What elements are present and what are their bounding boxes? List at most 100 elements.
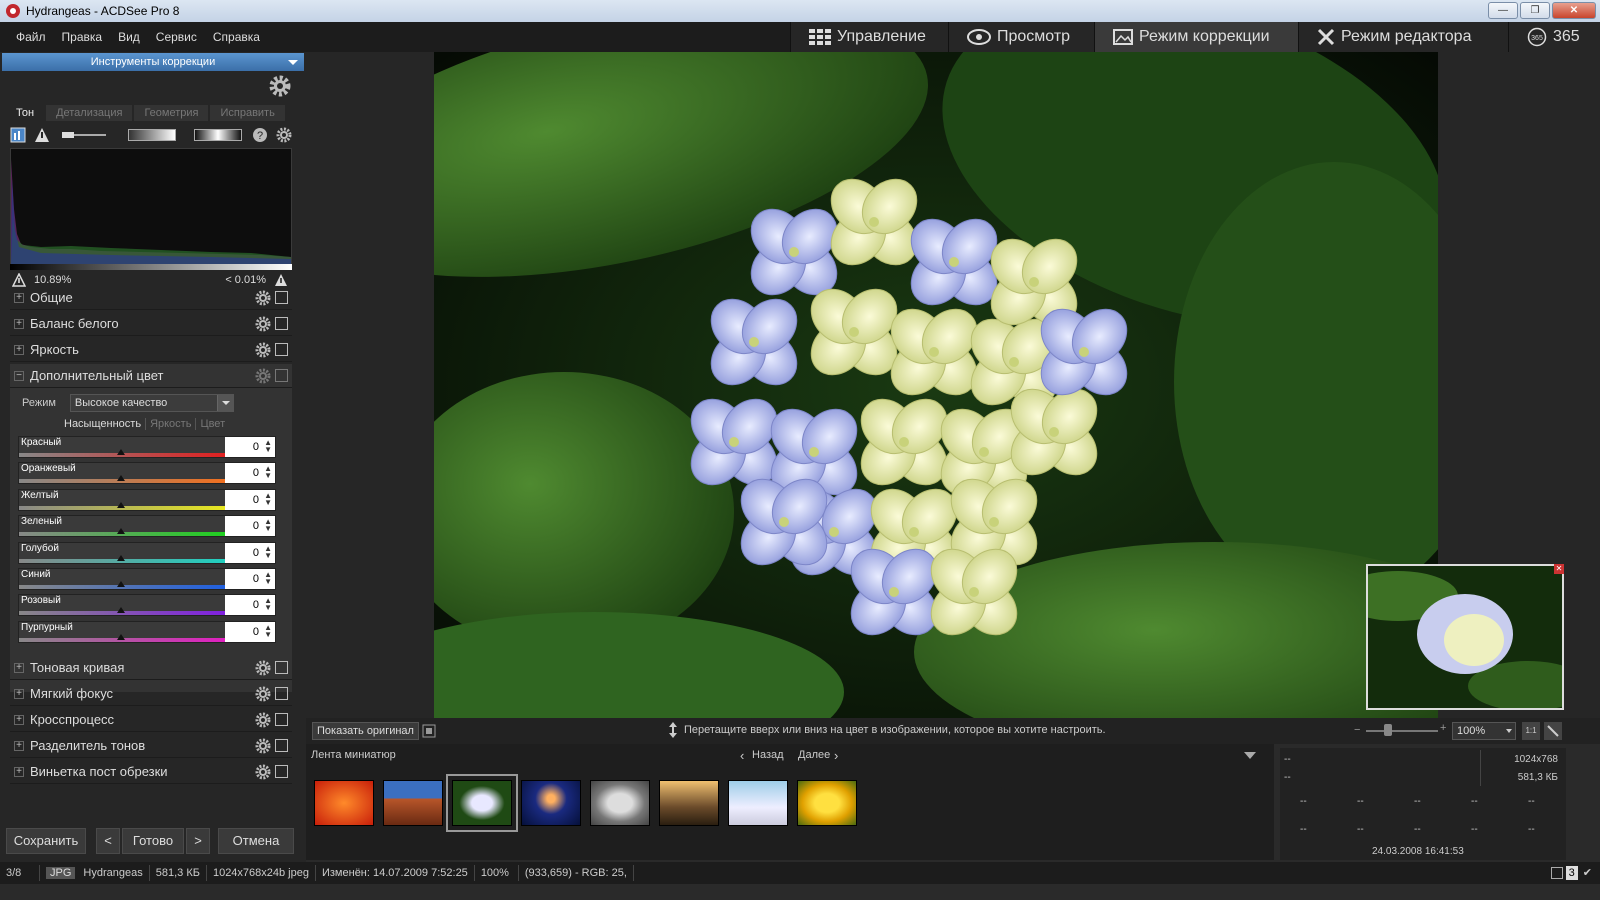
highlight-clip-icon[interactable] bbox=[274, 273, 288, 287]
collapse-icon[interactable]: − bbox=[14, 370, 24, 381]
expand-icon[interactable]: + bbox=[14, 740, 24, 751]
panel-header[interactable]: Инструменты коррекции bbox=[2, 53, 304, 71]
gradient-swatch-2[interactable] bbox=[194, 129, 242, 141]
settings-gear-icon[interactable] bbox=[276, 127, 292, 143]
expand-icon[interactable]: + bbox=[14, 766, 24, 777]
tab-detail[interactable]: Детализация bbox=[46, 105, 133, 121]
slider-value[interactable]: 0 ▲ ▼ bbox=[225, 621, 275, 642]
section-post-crop-vignette[interactable]: + Виньетка пост обрезки bbox=[10, 760, 292, 784]
mode-edit-tab[interactable]: Режим редактора bbox=[1298, 22, 1508, 52]
chevron-right-icon[interactable]: › bbox=[834, 748, 838, 763]
mode-manage-tab[interactable]: Управление bbox=[790, 22, 948, 52]
subtab-brightness[interactable]: Яркость bbox=[146, 418, 197, 430]
tab-geometry[interactable]: Геометрия bbox=[134, 105, 209, 121]
section-brightness[interactable]: + Яркость bbox=[10, 338, 292, 362]
shadow-clip-icon[interactable] bbox=[12, 273, 26, 287]
mode-365-tab[interactable]: 365 365 bbox=[1508, 22, 1600, 52]
spinner-icon[interactable]: ▲ ▼ bbox=[264, 491, 272, 506]
slider-thumb[interactable] bbox=[117, 449, 125, 455]
thumbnail-hydrangeas[interactable] bbox=[446, 774, 518, 832]
slider-value[interactable]: 0 ▲ ▼ bbox=[225, 463, 275, 484]
slider-5[interactable]: Синий 0 ▲ ▼ bbox=[18, 568, 276, 590]
menu-file[interactable]: Файл bbox=[8, 30, 54, 44]
spinner-icon[interactable]: ▲ ▼ bbox=[264, 439, 272, 454]
expand-icon[interactable]: + bbox=[14, 292, 24, 303]
slider-value[interactable]: 0 ▲ ▼ bbox=[225, 516, 275, 537]
gear-icon[interactable] bbox=[255, 738, 271, 754]
slider-thumb[interactable] bbox=[117, 475, 125, 482]
spinner-icon[interactable]: ▲ ▼ bbox=[264, 623, 272, 638]
enable-checkbox[interactable] bbox=[275, 713, 288, 726]
slider-thumb[interactable] bbox=[117, 581, 125, 587]
next-button[interactable]: Далее bbox=[798, 749, 830, 761]
zoom-slider[interactable] bbox=[1366, 730, 1438, 732]
zoom-slider-handle[interactable] bbox=[1384, 724, 1392, 736]
fullscreen-icon[interactable] bbox=[422, 724, 436, 738]
enable-checkbox[interactable] bbox=[275, 765, 288, 778]
slider-value[interactable]: 0 ▲ ▼ bbox=[225, 542, 275, 563]
done-button[interactable]: Готово bbox=[122, 828, 184, 854]
image-viewer[interactable]: ✕ bbox=[306, 52, 1600, 718]
fit-screen-icon[interactable] bbox=[1544, 722, 1562, 740]
slider-value[interactable]: 0 ▲ ▼ bbox=[225, 489, 275, 510]
clipping-warning-icon[interactable] bbox=[34, 127, 50, 143]
spinner-icon[interactable]: ▲ ▼ bbox=[264, 465, 272, 480]
histogram-mode-icon[interactable] bbox=[10, 127, 26, 143]
view-mode-icon[interactable] bbox=[1550, 867, 1563, 880]
tab-tone[interactable]: Тон bbox=[6, 105, 45, 121]
menu-view[interactable]: Вид bbox=[110, 30, 148, 44]
channel-slider-icon[interactable] bbox=[62, 131, 106, 139]
mode-view-tab[interactable]: Просмотр bbox=[948, 22, 1094, 52]
gear-icon[interactable] bbox=[255, 342, 271, 358]
checkmark-icon[interactable]: ✔ bbox=[1581, 867, 1594, 879]
section-tone-curve[interactable]: + Тоновая кривая bbox=[10, 656, 292, 680]
expand-icon[interactable]: + bbox=[14, 688, 24, 699]
subtab-color[interactable]: Цвет bbox=[196, 418, 229, 430]
enable-checkbox[interactable] bbox=[275, 291, 288, 304]
show-original-button[interactable]: Показать оригинал bbox=[312, 722, 419, 740]
slider-value[interactable]: 0 ▲ ▼ bbox=[225, 569, 275, 589]
gear-icon[interactable] bbox=[255, 764, 271, 780]
subtab-saturation[interactable]: Насыщенность bbox=[60, 418, 147, 430]
section-white-balance[interactable]: + Баланс белого bbox=[10, 312, 292, 336]
gear-icon[interactable] bbox=[255, 686, 271, 702]
enable-checkbox[interactable] bbox=[275, 317, 288, 330]
slider-thumb[interactable] bbox=[117, 554, 125, 561]
prev-button[interactable]: < bbox=[96, 828, 120, 854]
menu-help[interactable]: Справка bbox=[205, 30, 268, 44]
slider-thumb[interactable] bbox=[117, 633, 125, 640]
mode-select[interactable]: Высокое качество bbox=[69, 394, 234, 412]
zoom-in-icon[interactable]: + bbox=[1440, 722, 1446, 734]
expand-icon[interactable]: + bbox=[14, 662, 24, 673]
slider-2[interactable]: Желтый 0 ▲ ▼ bbox=[18, 488, 276, 511]
section-cross-process[interactable]: + Кросспроцесс bbox=[10, 708, 292, 732]
help-icon[interactable]: ? bbox=[252, 127, 268, 143]
gear-icon[interactable] bbox=[255, 316, 271, 332]
section-soft-focus[interactable]: + Мягкий фокус bbox=[10, 682, 292, 706]
expand-icon[interactable]: + bbox=[14, 318, 24, 329]
gear-icon[interactable] bbox=[255, 712, 271, 728]
close-button[interactable]: ✕ bbox=[1552, 2, 1596, 19]
thumbnail-desert[interactable] bbox=[383, 780, 443, 826]
main-photo[interactable] bbox=[434, 52, 1438, 718]
gradient-swatch-1[interactable] bbox=[128, 129, 176, 141]
enable-checkbox[interactable] bbox=[275, 369, 288, 382]
thumbnail-chrysanthemum[interactable] bbox=[314, 780, 374, 826]
save-button[interactable]: Сохранить bbox=[6, 828, 86, 854]
slider-1[interactable]: Оранжевый 0 ▲ ▼ bbox=[18, 462, 276, 485]
section-general[interactable]: + Общие bbox=[10, 286, 292, 310]
expand-icon[interactable]: + bbox=[14, 344, 24, 355]
menu-edit[interactable]: Правка bbox=[54, 30, 111, 44]
slider-value[interactable]: 0 ▲ ▼ bbox=[225, 437, 275, 457]
thumbnail-penguins[interactable] bbox=[728, 780, 788, 826]
zoom-select[interactable]: 100% bbox=[1452, 722, 1516, 740]
slider-thumb[interactable] bbox=[117, 501, 125, 508]
zoom-out-icon[interactable]: − bbox=[1354, 724, 1360, 736]
next-button[interactable]: > bbox=[186, 828, 210, 854]
close-navigator-icon[interactable]: ✕ bbox=[1554, 564, 1564, 574]
expand-icon[interactable]: + bbox=[14, 714, 24, 725]
slider-thumb[interactable] bbox=[117, 607, 125, 614]
slider-4[interactable]: Голубой 0 ▲ ▼ bbox=[18, 541, 276, 564]
section-advanced-color[interactable]: − Дополнительный цвет bbox=[10, 364, 292, 388]
spinner-icon[interactable]: ▲ ▼ bbox=[264, 571, 272, 586]
